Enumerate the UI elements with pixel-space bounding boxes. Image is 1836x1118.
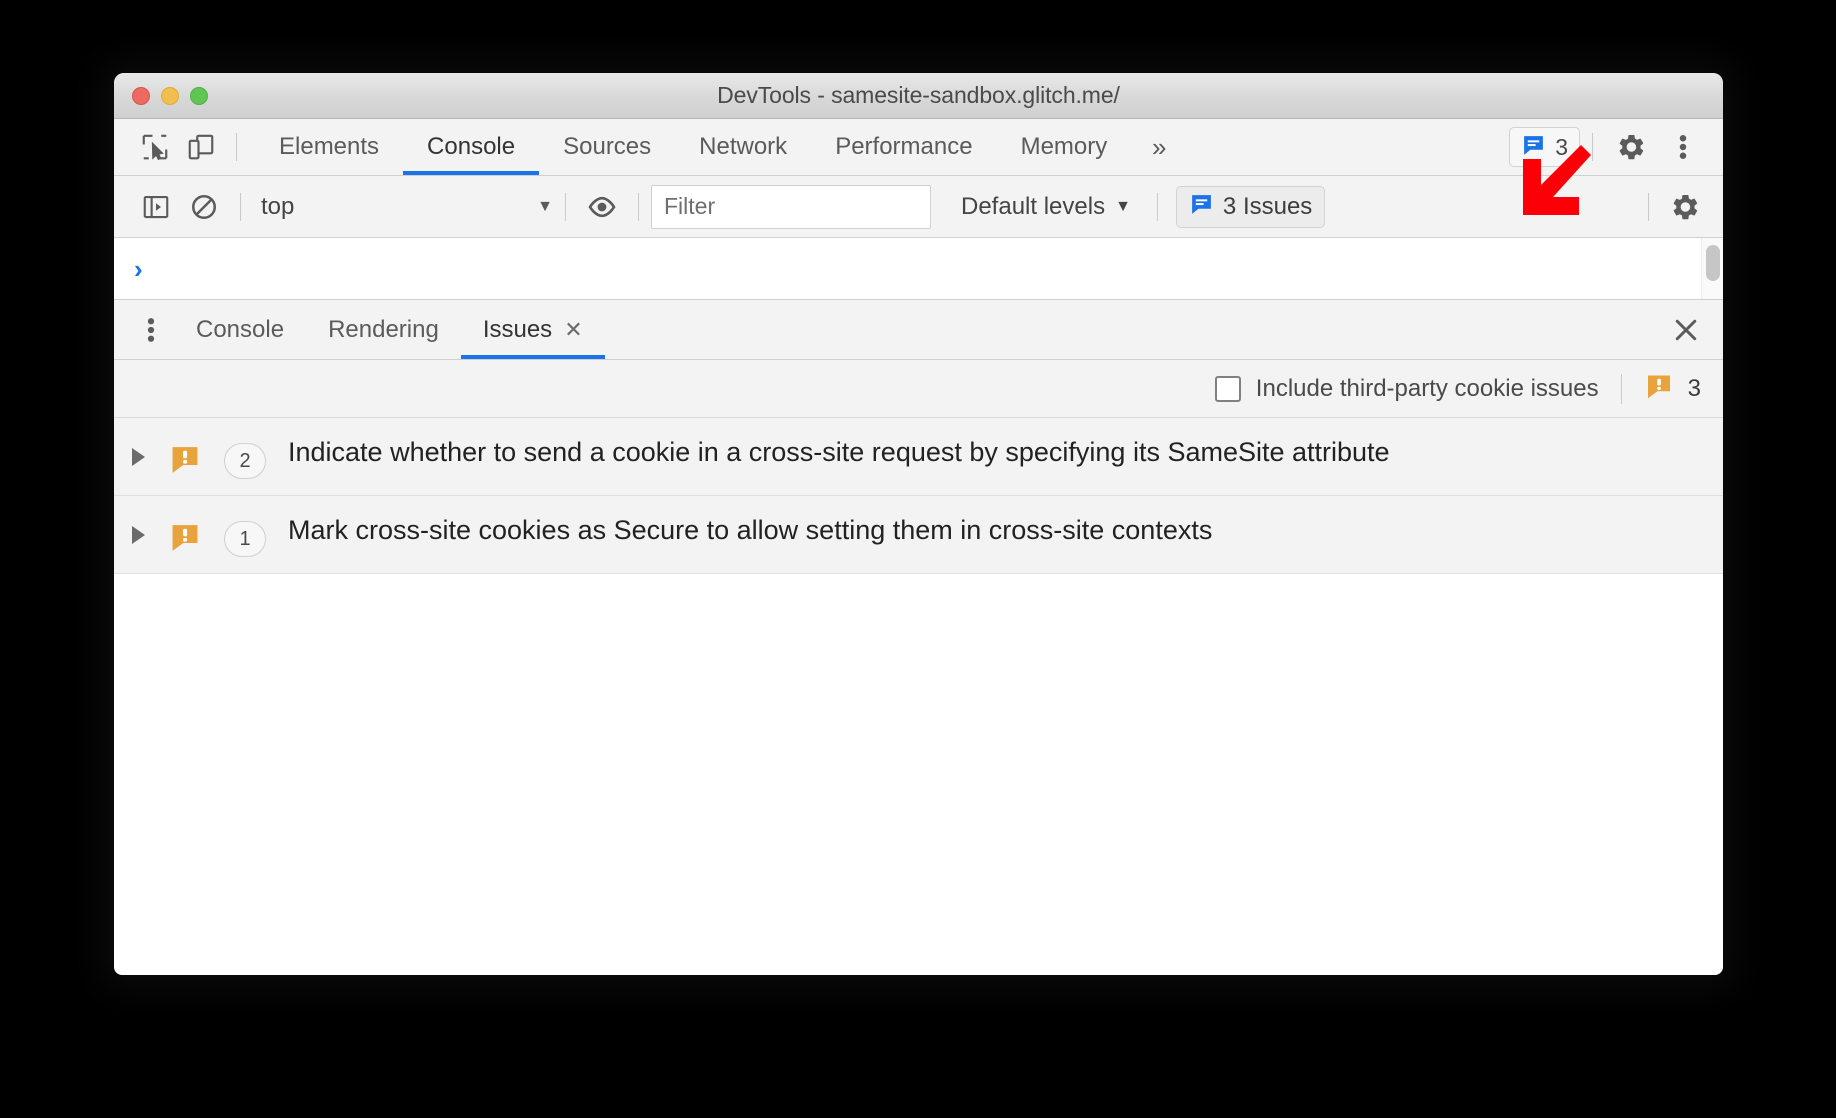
tab-performance[interactable]: Performance <box>811 119 996 175</box>
tab-label: Performance <box>835 133 973 160</box>
console-prompt-icon: › <box>134 253 143 284</box>
main-tabstrip: Elements Console Sources Network Perform… <box>114 119 1723 176</box>
drawer-tab-label: Console <box>196 315 285 343</box>
console-scrollbar[interactable] <box>1701 238 1723 299</box>
filter-input[interactable]: Filter <box>651 184 931 229</box>
tab-console[interactable]: Console <box>403 119 540 175</box>
tab-label: Console <box>427 133 516 160</box>
kebab-menu-icon[interactable] <box>1657 124 1709 170</box>
window-title: DevTools - samesite-sandbox.glitch.me/ <box>717 82 1120 108</box>
gear-icon[interactable] <box>1605 124 1657 170</box>
tabstrip-divider <box>1592 133 1593 161</box>
log-levels-selector[interactable]: Default levels ▼ <box>947 193 1145 221</box>
live-expression-eye-icon[interactable] <box>578 183 626 231</box>
chevron-down-icon: ▼ <box>1115 197 1131 215</box>
filter-placeholder: Filter <box>664 193 716 219</box>
tabstrip-left-icons <box>114 119 255 175</box>
issue-warning-icon <box>1644 371 1674 406</box>
tab-label: Sources <box>563 133 652 160</box>
console-sidebar-icon[interactable] <box>132 183 180 231</box>
panel-tabs: Elements Console Sources Network Perform… <box>255 119 1187 175</box>
window-titlebar: DevTools - samesite-sandbox.glitch.me/ <box>114 73 1723 119</box>
inspect-cursor-icon[interactable] <box>132 124 178 170</box>
tab-sources[interactable]: Sources <box>539 119 675 175</box>
drawer-tab-label: Issues <box>482 315 553 343</box>
third-party-cookie-label: Include third-party cookie issues <box>1255 374 1599 402</box>
issue-warning-icon <box>162 512 208 554</box>
tabstrip-right-group: 3 <box>1509 119 1723 175</box>
issue-message-icon <box>1521 132 1546 163</box>
issues-toggle-label: 3 Issues <box>1222 192 1313 220</box>
close-drawer-icon[interactable] <box>1649 300 1723 359</box>
console-toolbar-right <box>1636 183 1709 231</box>
drawer-kebab-icon[interactable] <box>128 300 174 359</box>
drawer-tab-console[interactable]: Console <box>174 300 306 359</box>
console-output-area[interactable]: › <box>114 238 1723 300</box>
chevron-down-icon: ▼ <box>537 197 553 215</box>
context-value: top <box>261 192 295 220</box>
gear-icon[interactable] <box>1661 183 1709 231</box>
console-toolbar-divider-5 <box>1648 192 1649 221</box>
console-toolbar-divider-2 <box>565 192 566 221</box>
issues-counter-badge[interactable]: 3 <box>1509 127 1580 167</box>
drawer-tabbar: Console Rendering Issues ✕ <box>114 300 1723 360</box>
close-tab-icon[interactable]: ✕ <box>564 317 582 343</box>
issues-toolbar-divider <box>1620 373 1622 404</box>
more-tabs-glyph: » <box>1152 131 1167 162</box>
drawer-tab-label: Rendering <box>328 315 439 343</box>
console-scrollbar-thumb[interactable] <box>1706 245 1720 281</box>
third-party-cookie-checkbox-row[interactable]: Include third-party cookie issues <box>1214 374 1599 403</box>
issue-count-badge: 2 <box>224 443 266 479</box>
drawer-tab-issues[interactable]: Issues ✕ <box>460 300 605 359</box>
device-toolbar-icon[interactable] <box>178 124 224 170</box>
expand-triangle-icon[interactable] <box>114 512 162 544</box>
devtools-window: DevTools - samesite-sandbox.glitch.me/ E… <box>114 73 1723 975</box>
issue-warning-icon <box>162 434 208 476</box>
tab-network[interactable]: Network <box>675 119 811 175</box>
drawer-tab-rendering[interactable]: Rendering <box>306 300 461 359</box>
screenshot-root: DevTools - samesite-sandbox.glitch.me/ E… <box>0 0 1836 1118</box>
issue-count-badge: 1 <box>224 521 266 557</box>
console-toolbar-divider-3 <box>638 192 639 221</box>
tab-label: Elements <box>279 133 380 160</box>
tab-label: Network <box>699 133 788 160</box>
tab-elements[interactable]: Elements <box>255 119 403 175</box>
issues-total-count: 3 <box>1687 374 1701 402</box>
console-toolbar: top ▼ Filter Default levels ▼ 3 Issues <box>114 176 1723 238</box>
tab-memory[interactable]: Memory <box>997 119 1132 175</box>
issues-panel-toolbar: Include third-party cookie issues 3 <box>114 360 1723 418</box>
issue-row[interactable]: 1 Mark cross-site cookies as Secure to a… <box>114 496 1723 574</box>
javascript-context-selector[interactable]: top ▼ <box>253 193 553 221</box>
issue-title[interactable]: Indicate whether to send a cookie in a c… <box>288 434 1390 470</box>
console-toolbar-divider-1 <box>240 192 241 221</box>
toolbar-divider <box>236 133 237 161</box>
issue-title[interactable]: Mark cross-site cookies as Secure to all… <box>288 512 1212 548</box>
console-toolbar-divider-4 <box>1156 192 1158 221</box>
more-tabs-icon[interactable]: » <box>1131 119 1187 175</box>
issues-counter-value: 3 <box>1555 133 1568 160</box>
third-party-cookie-checkbox[interactable] <box>1214 375 1241 402</box>
expand-triangle-icon[interactable] <box>114 434 162 466</box>
issue-row[interactable]: 2 Indicate whether to send a cookie in a… <box>114 418 1723 496</box>
clear-console-icon[interactable] <box>180 183 228 231</box>
tab-label: Memory <box>1020 133 1108 160</box>
log-levels-label: Default levels <box>961 192 1106 220</box>
issues-list: 2 Indicate whether to send a cookie in a… <box>114 418 1723 927</box>
issues-toggle-button[interactable]: 3 Issues <box>1175 185 1326 228</box>
issue-message-icon <box>1189 191 1214 223</box>
issues-count-group: 3 <box>1644 371 1701 406</box>
